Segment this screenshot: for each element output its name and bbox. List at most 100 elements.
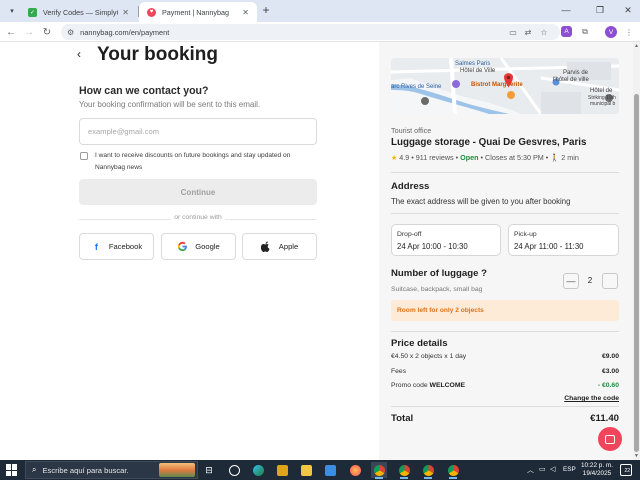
price-line: €4.50 x 2 objects x 1 day €9.00 (391, 353, 619, 360)
email-input[interactable] (79, 118, 317, 145)
winamp-icon[interactable] (274, 462, 290, 478)
place-type: Tourist office (391, 126, 432, 135)
price-line-label: €4.50 x 2 objects x 1 day (391, 353, 467, 360)
profile-avatar[interactable]: V (605, 26, 617, 38)
google-login-button[interactable]: Google (161, 233, 236, 260)
map-label: municipal b (590, 101, 616, 107)
map-label: Parvis de (563, 70, 589, 76)
tray-expand-icon[interactable]: ︿ (527, 465, 534, 475)
tab-nannybag[interactable]: ♥ Payment | Nannybag ✕ (139, 2, 257, 22)
chrome-icon[interactable] (445, 462, 461, 479)
scroll-down-icon[interactable]: ▼ (633, 452, 640, 460)
file-explorer-icon[interactable] (298, 462, 314, 478)
divider (391, 213, 619, 214)
browser-tab-strip: ▾ ✓ Verify Codes — SimplyCodes ✕ ♥ Payme… (0, 0, 640, 22)
map-label: Hôtel de Ville (460, 68, 496, 74)
facebook-icon: f (94, 241, 98, 252)
total-amount: €11.40 (590, 413, 619, 424)
tab-simplycodes[interactable]: ✓ Verify Codes — SimplyCodes ✕ (20, 2, 137, 22)
scroll-up-icon[interactable]: ▲ (633, 42, 640, 50)
volume-icon[interactable]: ◁ (550, 465, 555, 473)
extension-icon[interactable]: A (561, 26, 572, 37)
luggage-subtitle: Suitcase, backpack, small bag (391, 286, 483, 293)
pickup-label: Pick-up (514, 231, 537, 238)
menu-kebab-icon[interactable]: ⋮ (622, 25, 636, 39)
change-code-link[interactable]: Change the code (391, 395, 619, 402)
windows-start-icon[interactable] (6, 464, 18, 476)
chrome-icon[interactable] (420, 462, 436, 479)
social-label: Apple (278, 242, 299, 251)
firefox-icon[interactable] (347, 462, 363, 478)
extensions-puzzle-icon[interactable]: ⧉ (578, 25, 592, 39)
fees-label: Fees (391, 368, 407, 375)
chat-support-button[interactable] (598, 427, 622, 451)
fees-line: Fees €3.00 (391, 368, 619, 375)
facebook-login-button[interactable]: f Facebook (79, 233, 154, 260)
promo-line: Promo code WELCOME - €0.60 (391, 382, 619, 389)
new-tab-button[interactable]: + (259, 3, 273, 17)
clock-time: 10:22 p. m. (581, 462, 613, 469)
network-icon[interactable]: ▭ (539, 465, 546, 473)
language-indicator[interactable]: ESP (563, 466, 576, 473)
edge-icon[interactable] (250, 462, 266, 478)
cast-icon[interactable]: ▭ (506, 24, 520, 40)
close-icon[interactable]: ✕ (122, 8, 129, 17)
windows-taskbar: ⌕ Escribe aquí para buscar. ⊟ ︿ ▭ ◁ ESP … (0, 460, 640, 480)
bookmark-star-icon[interactable]: ☆ (537, 24, 551, 40)
notification-center-icon[interactable]: 22 (620, 464, 632, 476)
fees-amount: €3.00 (601, 368, 619, 375)
reload-button[interactable]: ↻ (40, 25, 54, 39)
walk-time: 2 min (561, 153, 579, 162)
total-row: Total €11.40 (391, 413, 619, 424)
divider (225, 219, 317, 220)
back-button[interactable]: ← (4, 25, 18, 39)
newsletter-label: I want to receive discounts on future bo… (95, 152, 291, 171)
walking-icon: 🚶 (550, 153, 560, 162)
apple-login-button[interactable]: Apple (242, 233, 317, 260)
star-icon: ★ (391, 154, 398, 162)
restore-button[interactable]: ❐ (590, 3, 610, 17)
dropoff-box[interactable]: Drop-off 24 Apr 10:00 - 10:30 (391, 224, 501, 256)
divider (391, 172, 619, 173)
open-status: Open (460, 153, 479, 162)
newsletter-checkbox[interactable] (80, 152, 88, 160)
pickup-box[interactable]: Pick-up 24 Apr 11:00 - 11:30 (508, 224, 619, 256)
page-title: Your booking (97, 44, 219, 65)
scrollbar-thumb[interactable] (634, 94, 639, 452)
tab-search-icon[interactable]: ▾ (6, 5, 18, 17)
media-player-icon[interactable] (226, 462, 242, 478)
taskbar-clock[interactable]: 10:22 p. m. 19/4/2025 (581, 462, 613, 478)
browser-toolbar: ← → ↻ ⚙ nannybag.com/en/payment ▭ ⇄ ☆ A … (0, 22, 640, 42)
address-title: Address (391, 181, 430, 192)
close-window-button[interactable]: ✕ (618, 3, 638, 17)
booking-summary-panel: Salmes Paris Hôtel de Ville Bistrot Marg… (379, 42, 634, 460)
photos-icon[interactable] (322, 462, 338, 478)
apple-icon (261, 241, 272, 252)
close-icon[interactable]: ✕ (242, 8, 249, 17)
increase-luggage-button[interactable] (602, 273, 618, 289)
total-label: Total (391, 413, 414, 424)
search-highlight-image (159, 463, 195, 477)
rating: 4.9 (399, 153, 410, 162)
promo-label: Promo code (391, 382, 428, 389)
place-meta: ★ 4.9 • 911 reviews • Open • Closes at 5… (391, 153, 579, 162)
translate-icon[interactable]: ⇄ (521, 24, 535, 40)
continue-button[interactable]: Continue (79, 179, 317, 205)
back-arrow-icon[interactable]: ‹ (77, 47, 81, 61)
dropoff-value: 24 Apr 10:00 - 10:30 (397, 242, 468, 251)
map-label: arc Rives de Seine (391, 84, 442, 90)
minimize-button[interactable]: — (556, 3, 576, 17)
taskbar-search[interactable]: ⌕ Escribe aquí para buscar. (25, 461, 198, 479)
chrome-icon[interactable] (371, 462, 387, 479)
decrease-luggage-button[interactable]: — (563, 273, 579, 289)
location-map[interactable]: Salmes Paris Hôtel de Ville Bistrot Marg… (391, 58, 619, 114)
address-bar[interactable]: ⚙ nannybag.com/en/payment ▭ ⇄ ☆ (61, 24, 560, 40)
capacity-warning: Room left for only 2 objects (391, 300, 619, 321)
price-title: Price details (391, 338, 448, 349)
site-info-icon[interactable]: ⚙ (67, 28, 74, 37)
forward-button[interactable]: → (22, 25, 36, 39)
social-label: Facebook (108, 242, 143, 251)
chrome-icon[interactable] (396, 462, 412, 479)
luggage-title: Number of luggage ? (391, 268, 487, 279)
task-view-icon[interactable]: ⊟ (201, 462, 217, 478)
